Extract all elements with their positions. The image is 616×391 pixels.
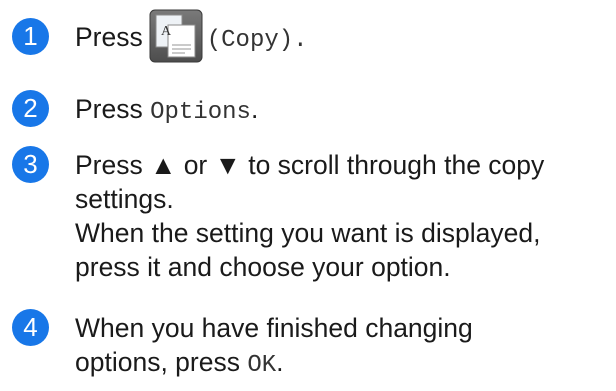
step-number-1: 1 bbox=[12, 18, 49, 55]
step-3-line-1: Press ▲ or ▼ to scroll through the copy bbox=[75, 150, 545, 180]
step-3: 3 Press ▲ or ▼ to scroll through the cop… bbox=[0, 146, 616, 296]
step-3-text: Press ▲ or ▼ to scroll through the copy … bbox=[75, 148, 610, 284]
step-4-period: . bbox=[276, 347, 284, 377]
step-4-line-2: options, press OK. bbox=[75, 345, 610, 383]
step-number-2: 2 bbox=[12, 90, 49, 127]
step-1-press-label: Press bbox=[75, 22, 143, 52]
step-3-line-2: settings. bbox=[75, 184, 174, 214]
step-4-line-1: When you have finished changing bbox=[75, 313, 473, 343]
step-4-line-2-text: options, press bbox=[75, 347, 248, 377]
step-1: 1 Press A (Copy). bbox=[0, 9, 616, 64]
step-1-copy-label: (Copy). bbox=[206, 27, 308, 54]
step-2-text: Press Options. bbox=[75, 92, 610, 130]
copy-key-icon: A bbox=[149, 9, 203, 63]
step-4: 4 When you have finished changing option… bbox=[0, 309, 616, 389]
step-3-line-4: press it and choose your option. bbox=[75, 252, 451, 282]
copy-key-letter: A bbox=[161, 24, 172, 39]
step-2-options-label: Options bbox=[150, 99, 251, 126]
step-3-line-3: When the setting you want is displayed, bbox=[75, 218, 541, 248]
step-number-3: 3 bbox=[12, 146, 49, 183]
step-1-text: Press A (Copy). bbox=[75, 9, 610, 63]
step-number-4: 4 bbox=[12, 309, 49, 346]
step-2: 2 Press Options. bbox=[0, 90, 616, 130]
step-2-press-label: Press bbox=[75, 94, 151, 124]
step-4-ok-label: OK bbox=[247, 352, 277, 379]
step-4-text: When you have finished changing options,… bbox=[75, 311, 610, 383]
step-2-period: . bbox=[250, 94, 259, 124]
